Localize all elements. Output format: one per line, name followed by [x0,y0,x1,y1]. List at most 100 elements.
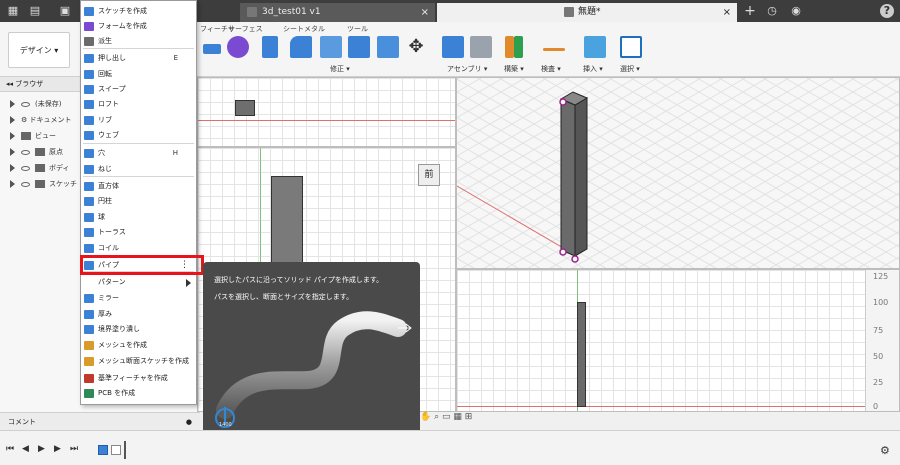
form-icon[interactable] [227,36,249,58]
eye-icon[interactable] [21,101,30,107]
comment-bar[interactable]: コメント ● [0,412,200,430]
menu-item[interactable]: メッシュ断面スケッチを作成 [81,354,196,369]
construct-group-label[interactable]: 構築 ▾ [504,64,524,74]
menu-item[interactable]: 直方体 [81,179,196,194]
browser-row-document[interactable]: ⚙ ドキュメント [10,113,72,127]
create-sketch-icon[interactable] [203,44,221,54]
eye-icon[interactable] [21,181,30,187]
timeline-marker[interactable] [124,441,126,459]
measure-icon[interactable] [543,48,565,51]
play-button[interactable]: ▶ [38,444,45,454]
select-group-label[interactable]: 選択 ▾ [620,64,640,74]
save-icon[interactable]: ▣ [58,4,72,18]
grid-menu-icon[interactable]: ▦ [6,4,20,18]
menu-item[interactable]: ロフト [81,97,196,112]
gear-icon[interactable]: ⚙ [880,444,890,457]
view-cube-front[interactable]: 前 [418,164,440,186]
chamfer-icon[interactable] [320,36,342,58]
expand-icon[interactable] [10,100,15,108]
tab-untitled[interactable]: 無題* × [437,3,737,22]
display-settings-icon[interactable]: ▭ [442,412,451,422]
sketch-point[interactable] [571,255,579,263]
menu-item[interactable]: スイープ [81,82,196,97]
menu-item[interactable]: リブ [81,113,196,128]
menu-item[interactable]: 円柱 [81,194,196,209]
browser-row-bodies[interactable]: ボディ [10,161,70,175]
split-icon[interactable] [377,36,399,58]
menu-item[interactable]: ウェブ [81,128,196,143]
menu-item[interactable]: メッシュを作成 [81,338,196,353]
tab-tools[interactable]: ツール [347,24,368,34]
move-icon[interactable]: ✥ [405,36,427,58]
menu-item[interactable]: 基準フィーチャを作成 [81,371,196,386]
viewport-top[interactable] [197,77,456,147]
step-back-button[interactable]: ◀ [22,444,29,454]
sketch-point[interactable] [559,248,567,256]
profile-icon[interactable]: ◉ [789,4,803,18]
fillet-icon[interactable] [290,36,312,58]
menu-item[interactable]: 境界塗り潰し [81,322,196,337]
browser-row-root[interactable]: (未保存) [10,97,61,111]
body-top-view[interactable] [235,100,255,116]
close-icon[interactable]: × [421,3,429,22]
design-workspace-button[interactable]: デザイン ▾ [8,32,70,68]
close-icon[interactable]: × [723,3,731,22]
joint-icon[interactable] [470,36,492,58]
menu-item[interactable]: 押し出し E [81,51,196,66]
eye-icon[interactable] [21,165,30,171]
menu-item[interactable]: PCB を作成 [81,386,196,401]
insert-image-icon[interactable] [584,36,606,58]
menu-item[interactable]: 回転 [81,67,196,82]
new-tab-button[interactable]: + [743,4,757,18]
tab-3d-test01[interactable]: 3d_test01 v1 × [240,3,435,22]
browser-row-views[interactable]: ビュー [10,129,56,143]
menu-item[interactable]: コイル [81,241,196,256]
file-icon[interactable]: ▤ [28,4,42,18]
timeline-feature-sketch[interactable] [111,445,121,455]
press-pull-icon[interactable] [262,36,278,58]
zoom-icon[interactable]: ⌕ [434,412,439,422]
tab-sheet-metal[interactable]: シートメタル [283,24,325,34]
go-to-end-button[interactable]: ⏭ [70,444,78,454]
add-comment-icon[interactable]: ● [186,413,192,431]
menu-item[interactable]: スケッチを作成 [81,4,196,19]
step-forward-button[interactable]: ▶ [54,444,61,454]
menu-item[interactable]: 穴H [81,146,196,161]
expand-icon[interactable] [10,180,15,188]
go-to-start-button[interactable]: ⏮ [6,444,14,454]
modify-group-label[interactable]: 修正 ▾ [330,64,350,74]
menu-item[interactable]: トーラス [81,225,196,240]
eye-icon[interactable] [21,149,30,155]
viewport-right[interactable]: 125 100 75 50 25 0 [456,269,900,412]
expand-icon[interactable] [10,116,15,124]
menu-item[interactable]: ミラー [81,291,196,306]
menu-item[interactable]: 厚み [81,307,196,322]
expand-icon[interactable] [10,132,15,140]
expand-icon[interactable] [10,148,15,156]
menu-item[interactable]: 球 [81,210,196,225]
new-component-icon[interactable] [442,36,464,58]
tab-surface[interactable]: サーフェス [228,24,263,34]
sketch-point[interactable] [559,98,567,106]
viewport-perspective[interactable] [456,77,900,269]
menu-item[interactable]: 派生 [81,34,196,49]
body-side-view[interactable] [577,302,586,407]
select-icon[interactable] [620,36,642,58]
assemble-group-label[interactable]: アセンブリ ▾ [447,64,487,74]
inspect-group-label[interactable]: 検査 ▾ [541,64,561,74]
viewports-icon[interactable]: ⊞ [465,412,473,422]
menu-item[interactable]: パターン [81,275,196,290]
body-iso-side[interactable] [574,97,588,257]
pan-icon[interactable]: ✋ [420,412,431,422]
clock-icon[interactable]: ◷ [765,4,779,18]
browser-row-sketches[interactable]: スケッチ [10,177,77,191]
menu-item[interactable]: ねじ [81,162,196,177]
body-iso-front[interactable] [560,98,576,257]
expand-icon[interactable] [10,164,15,172]
timeline-feature-body[interactable] [98,445,108,455]
shell-icon[interactable] [348,36,370,58]
grid-settings-icon[interactable]: ▦ [453,412,462,422]
menu-item[interactable]: フォームを作成 [81,19,196,34]
help-icon[interactable]: ? [880,4,894,18]
insert-group-label[interactable]: 挿入 ▾ [583,64,603,74]
